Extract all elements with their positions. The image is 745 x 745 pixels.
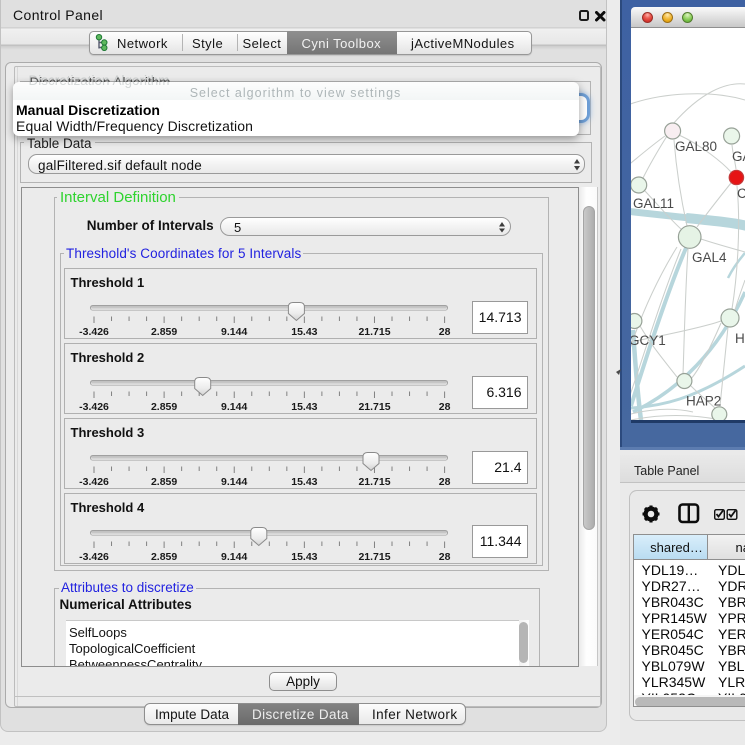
svg-text:H: H	[735, 331, 745, 346]
svg-text:2.859: 2.859	[151, 326, 177, 338]
svg-text:GA: GA	[732, 149, 745, 164]
svg-text:-3.426: -3.426	[79, 551, 109, 563]
svg-text:9.144: 9.144	[221, 476, 247, 488]
svg-text:2.859: 2.859	[151, 551, 177, 563]
svg-text:-3.426: -3.426	[79, 326, 109, 338]
svg-text:HAP2: HAP2	[686, 394, 721, 409]
svg-text:28: 28	[439, 476, 451, 488]
svg-text:GAL4: GAL4	[692, 250, 727, 265]
svg-text:9.144: 9.144	[221, 401, 247, 413]
svg-text:15.43: 15.43	[291, 401, 317, 413]
svg-text:GAL11: GAL11	[633, 196, 674, 211]
svg-text:-3.426: -3.426	[79, 401, 109, 413]
svg-text:21.715: 21.715	[358, 401, 390, 413]
svg-text:15.43: 15.43	[291, 326, 317, 338]
svg-text:9.144: 9.144	[221, 326, 247, 338]
svg-text:28: 28	[439, 326, 451, 338]
svg-text:GCY1: GCY1	[631, 333, 666, 348]
svg-text:2.859: 2.859	[151, 401, 177, 413]
svg-text:21.715: 21.715	[358, 551, 390, 563]
svg-text:9.144: 9.144	[221, 551, 247, 563]
svg-text:GAL80: GAL80	[675, 139, 717, 154]
svg-text:15.43: 15.43	[291, 551, 317, 563]
svg-text:C: C	[737, 186, 745, 201]
svg-text:21.715: 21.715	[358, 476, 390, 488]
svg-text:28: 28	[439, 401, 451, 413]
svg-text:21.715: 21.715	[358, 326, 390, 338]
svg-text:-3.426: -3.426	[79, 476, 109, 488]
svg-text:2.859: 2.859	[151, 476, 177, 488]
svg-text:28: 28	[439, 551, 451, 563]
svg-text:15.43: 15.43	[291, 476, 317, 488]
